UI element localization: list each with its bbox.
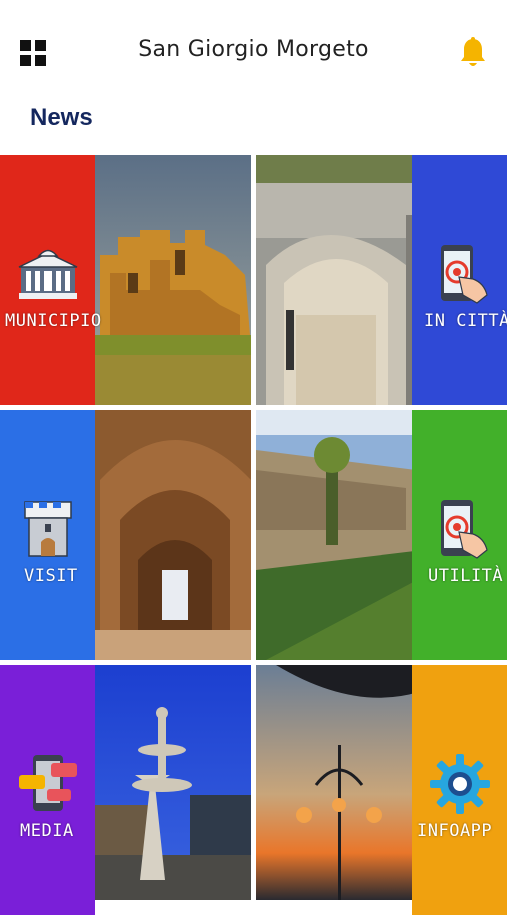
in-citta-color-band: IN CITTÀ: [412, 155, 507, 405]
tile-utilita[interactable]: UTILITÀ: [256, 410, 507, 660]
news-heading[interactable]: News: [30, 104, 93, 132]
media-color-band: MEDIA: [0, 665, 95, 915]
tile-label: MEDIA: [20, 821, 74, 841]
utilita-color-band: UTILITÀ: [412, 410, 507, 660]
tile-label: UTILITÀ: [428, 566, 504, 586]
tile-label: MUNICIPIO: [5, 311, 102, 331]
tile-in-citta[interactable]: IN CITTÀ: [256, 155, 507, 405]
infoapp-color-band: INFOAPP: [412, 665, 507, 915]
municipio-color-band: MUNICIPIO: [0, 155, 101, 405]
tile-label: VISIT: [24, 566, 78, 586]
app-header: San Giorgio Morgeto: [0, 0, 507, 105]
tile-label: IN CITTÀ: [424, 311, 507, 331]
tile-label: INFOAPP: [417, 821, 493, 841]
visit-color-band: VISIT: [0, 410, 95, 660]
tile-municipio[interactable]: MUNICIPIO: [0, 155, 251, 405]
gear-icon: [429, 754, 490, 814]
app-title: San Giorgio Morgeto: [138, 37, 369, 62]
tile-infoapp[interactable]: INFOAPP: [256, 665, 507, 915]
tile-media[interactable]: MEDIA: [0, 665, 251, 915]
bell-icon[interactable]: [457, 36, 489, 70]
touch-phone-icon: [440, 245, 488, 304]
tower-icon: [23, 501, 72, 557]
touch-phone-icon: [440, 500, 488, 559]
tile-visit[interactable]: VISIT: [0, 410, 251, 660]
town-hall-icon: [18, 249, 77, 299]
chat-phone-icon: [18, 755, 77, 811]
menu-grid: MUNICIPIO IN CITTÀ VISIT UTILITÀ MEDIA I…: [0, 155, 507, 915]
